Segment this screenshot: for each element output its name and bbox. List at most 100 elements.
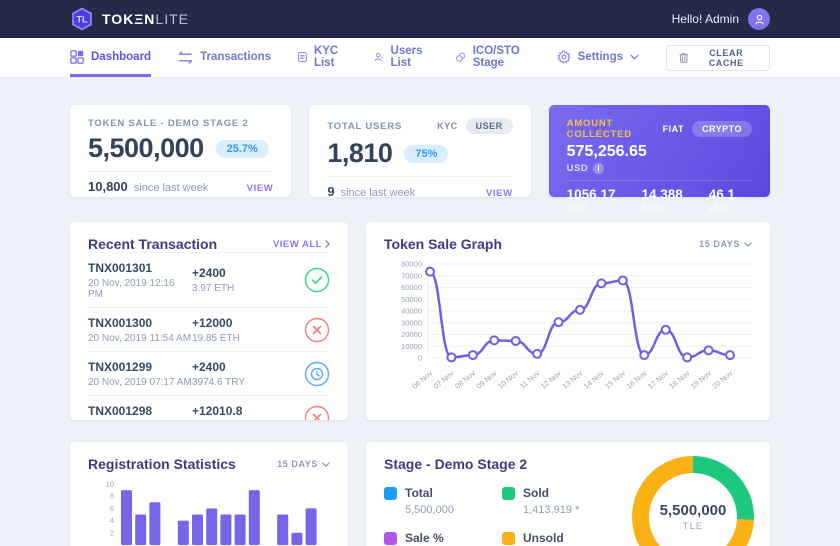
transaction-date: 20 Nov, 2019 12:16 PM [88,278,192,300]
nav-item-dashboard[interactable]: Dashboard [70,38,151,77]
svg-text:TL: TL [77,15,88,25]
bottom-row: Registration Statistics 15 DAYS 108642 S… [70,442,770,546]
svg-text:15 Nov: 15 Nov [603,368,627,390]
token-sale-graph-title: Token Sale Graph [384,236,502,252]
legend-swatch-total [384,487,397,500]
view-all-link[interactable]: VIEW ALL [273,239,330,250]
ltc-unit: LTC [709,203,735,213]
btc-value: 14.388 [641,187,682,202]
trash-icon [679,51,688,64]
nav-label: Dashboard [91,51,151,63]
amount-currency: USD [567,163,589,174]
transaction-row[interactable]: TNX001299 20 Nov, 2019 07:17 AM +2400 39… [88,351,330,395]
transaction-date: 20 Nov, 2019 11:54 AM [88,333,192,344]
btc-unit: BTC [641,203,682,213]
chevron-down-icon [322,462,330,467]
token-sale-view-link[interactable]: VIEW [247,183,274,194]
middle-row: Recent Transaction VIEW ALL TNX001301 20… [70,222,770,420]
transaction-id: TNX001300 [88,316,192,330]
info-icon[interactable]: i [593,163,604,174]
nav-item-ico-sto-stage[interactable]: ICO/STO Stage [456,38,530,77]
svg-text:10: 10 [106,480,114,489]
brand-name: TOKΞNLITE [102,11,189,27]
transaction-crypto-amount: 3.97 ETH [192,283,304,294]
transaction-date: 20 Nov, 2019 07:17 AM [88,377,192,388]
transaction-amount: +2400 [192,266,304,280]
registration-statistics-title: Registration Statistics [88,456,236,472]
transaction-amount: +2400 [192,360,304,374]
total-users-card: TOTAL USERS KYC USER 1,810 75% 9 since l… [309,105,530,197]
kyc-document-icon [298,50,307,64]
registration-bar-chart: 108642 [88,478,330,546]
transaction-row[interactable]: TNX001301 20 Nov, 2019 12:16 PM +2400 3.… [88,252,330,307]
svg-text:16 Nov: 16 Nov [625,368,649,390]
stage-title: Stage - Demo Stage 2 [384,456,527,472]
transaction-crypto-amount: 3974.6 TRY [192,377,304,388]
clear-cache-button[interactable]: CLEAR CACHE [666,45,770,71]
nav-item-transactions[interactable]: Transactions [178,38,271,77]
svg-text:19 Nov: 19 Nov [689,368,713,390]
svg-text:50000: 50000 [401,295,422,304]
users-icon [374,50,384,64]
svg-text:06 Nov: 06 Nov [410,368,434,390]
total-users-delta: 9 [327,184,334,199]
svg-text:2: 2 [110,528,114,537]
stats-row: TOKEN SALE - DEMO STAGE 2 5,500,000 25.7… [70,105,770,197]
user-avatar[interactable] [748,8,770,30]
svg-text:10000: 10000 [401,342,422,351]
registration-statistics-card: Registration Statistics 15 DAYS 108642 [70,442,348,546]
bar-chart-period-dropdown[interactable]: 15 DAYS [277,459,330,469]
crypto-eth: 1056.17 ETH [567,187,616,213]
svg-text:12 Nov: 12 Nov [539,368,563,390]
coins-icon [456,50,466,64]
svg-text:10 Nov: 10 Nov [496,368,520,390]
legend-label: Sold [523,486,549,500]
nav-item-users-list[interactable]: Users List [374,38,429,77]
nav-label: ICO/STO Stage [473,45,530,69]
legend-label: Unsold [523,531,564,545]
token-sale-delta: 10,800 [88,179,128,194]
transaction-crypto-amount: 19.85 ETH [192,333,304,344]
toggle-user[interactable]: USER [466,118,513,134]
stage-card: Stage - Demo Stage 2 Total 5,500,000 Sol… [366,442,770,546]
swap-arrows-icon [178,51,193,64]
main-content: TOKEN SALE - DEMO STAGE 2 5,500,000 25.7… [0,78,840,546]
donut-center-unit: TLE [683,521,703,532]
legend-value: 1,413,919 * [523,504,620,516]
svg-text:20000: 20000 [401,330,422,339]
toggle-crypto[interactable]: CRYPTO [692,121,752,137]
legend-item-sale-percent: Sale % 25.7% Sold [384,531,502,546]
users-kyc-toggle: KYC USER [437,118,513,134]
toggle-fiat[interactable]: FIAT [663,124,684,134]
chevron-down-icon [630,54,639,60]
toggle-kyc[interactable]: KYC [437,121,458,131]
status-confirmed-icon [304,267,330,293]
nav-item-settings[interactable]: Settings [557,38,639,77]
chevron-right-icon [325,240,330,248]
brand-logo[interactable]: TL TOKΞNLITE [70,7,189,31]
transaction-amount: +12010.8 [192,404,304,418]
total-users-value: 1,810 [327,138,392,169]
clear-cache-label: CLEAR CACHE [695,48,757,68]
transaction-row[interactable]: TNX001298 20 Nov, 2019 05:18 AM +12010.8… [88,395,330,420]
token-sale-graph-card: Token Sale Graph 15 DAYS 010000200003000… [366,222,770,420]
token-sale-line-chart: 0100002000030000400005000060000700008000… [384,258,752,396]
main-nav: Dashboard Transactions KYC List Users Li… [0,38,840,78]
status-pending-icon [304,361,330,387]
crypto-ltc: 46.1 LTC [709,187,735,213]
total-users-title: TOTAL USERS [327,121,402,132]
svg-text:08 Nov: 08 Nov [453,368,477,390]
svg-text:70000: 70000 [401,271,422,280]
nav-label: KYC List [314,45,347,69]
nav-item-kyc-list[interactable]: KYC List [298,38,347,77]
transaction-row[interactable]: TNX001300 20 Nov, 2019 11:54 AM +12000 1… [88,307,330,351]
total-users-view-link[interactable]: VIEW [486,188,513,199]
token-sale-percent-badge: 25.7% [216,140,269,158]
token-sale-title: TOKEN SALE - DEMO STAGE 2 [88,118,249,129]
line-chart-period-dropdown[interactable]: 15 DAYS [699,239,752,249]
nav-label: Users List [391,45,429,69]
total-users-delta-caption: since last week [341,187,486,199]
tokenlite-hexagon-icon: TL [70,7,94,31]
legend-item-sold: Sold 1,413,919 * [502,486,620,516]
svg-text:18 Nov: 18 Nov [667,368,691,390]
